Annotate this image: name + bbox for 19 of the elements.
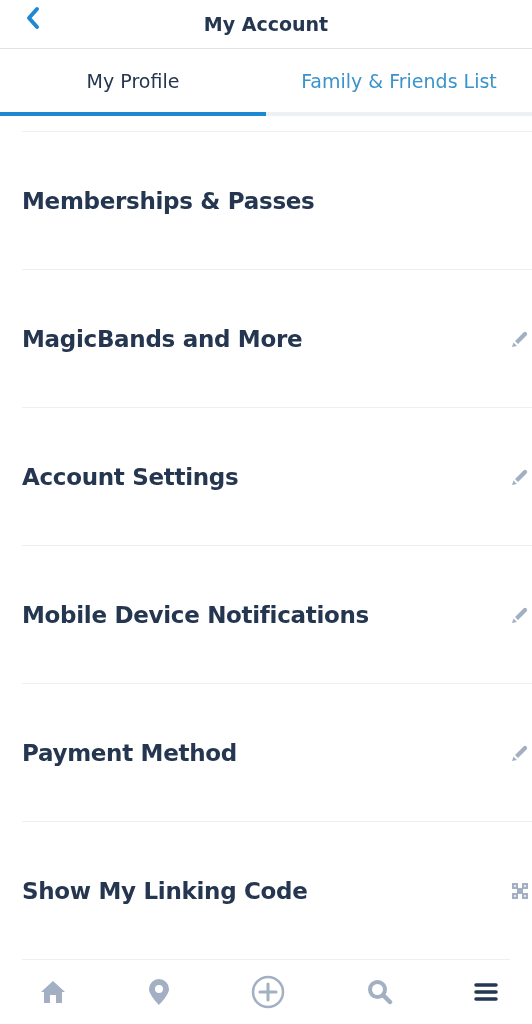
menu-item[interactable]: Show My Linking Code — [22, 877, 308, 904]
home-icon[interactable] — [40, 980, 66, 1005]
pencil-icon[interactable] — [511, 467, 529, 486]
menu-item[interactable]: Memberships & Passes — [22, 187, 315, 214]
tab[interactable]: My Profile — [0, 48, 266, 117]
back-icon[interactable] — [26, 6, 40, 30]
menu-icon[interactable] — [474, 982, 498, 1003]
menu-item[interactable]: Account Settings — [22, 463, 239, 490]
menu-item[interactable]: Mobile Device Notifications — [22, 601, 369, 628]
pencil-icon[interactable] — [511, 329, 529, 348]
menu-item[interactable]: Payment Method — [22, 739, 237, 766]
menu-item[interactable]: MagicBands and More — [22, 325, 303, 352]
pencil-icon[interactable] — [511, 605, 529, 624]
search-icon[interactable] — [366, 979, 393, 1006]
add-icon[interactable] — [251, 975, 285, 1010]
pencil-icon[interactable] — [511, 743, 529, 762]
location-icon[interactable] — [147, 978, 170, 1007]
qr-code-icon[interactable] — [511, 881, 529, 900]
screen-title: My Account — [203, 12, 329, 35]
